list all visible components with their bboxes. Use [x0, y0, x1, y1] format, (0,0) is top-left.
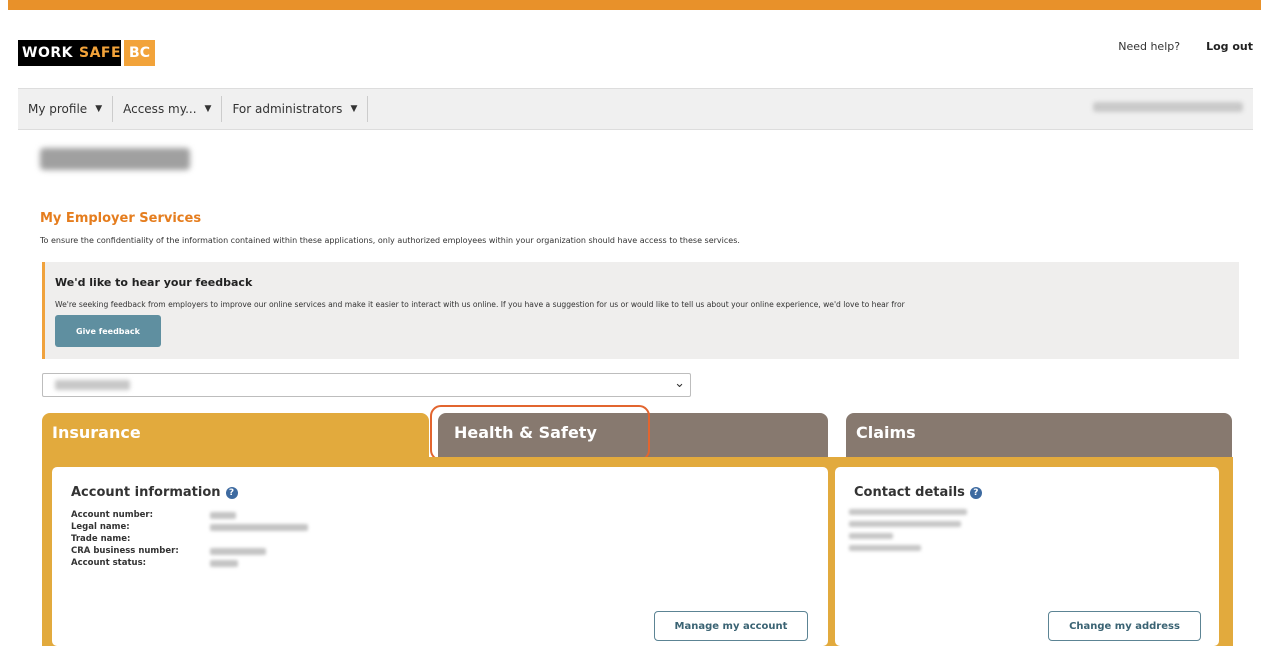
nav-my-profile[interactable]: My profile ▼ — [18, 96, 114, 122]
account-information-title-text: Account information — [71, 485, 221, 500]
help-icon[interactable]: ? — [969, 486, 982, 499]
cra-business-number-label: CRA business number: — [71, 546, 179, 556]
logo-work: WORK — [18, 40, 77, 66]
change-my-address-button[interactable]: Change my address — [1048, 611, 1201, 641]
employer-services-title: My Employer Services — [40, 211, 202, 226]
account-status-label: Account status: — [71, 558, 147, 568]
tab-claims[interactable]: Claims — [846, 413, 1232, 457]
nav-access-my[interactable]: Access my... ▼ — [113, 96, 223, 122]
help-icon[interactable]: ? — [225, 486, 238, 499]
caret-down-icon: ▼ — [204, 104, 212, 114]
cra-business-number-value-blurred — [210, 548, 266, 555]
give-feedback-button[interactable]: Give feedback — [55, 315, 161, 347]
legal-name-label: Legal name: — [71, 522, 130, 532]
contact-lines-blurred — [849, 509, 967, 557]
nav-user-blurred — [1093, 102, 1243, 112]
employer-services-description: To ensure the confidentiality of the inf… — [40, 236, 740, 245]
caret-down-icon: ▼ — [95, 104, 103, 114]
nav-access-my-label: Access my... — [123, 102, 197, 116]
account-number-row: Account number: — [71, 510, 236, 522]
tab-claims-label: Claims — [856, 423, 916, 442]
logo-safe: SAFE — [76, 40, 122, 66]
nav-my-profile-label: My profile — [28, 102, 88, 116]
account-select[interactable]: ⌄ — [42, 373, 691, 397]
tab-insurance[interactable]: Insurance — [42, 413, 429, 457]
contact-line-blurred — [849, 509, 967, 515]
log-out-link[interactable]: Log out — [1206, 40, 1253, 53]
contact-details-card: Contact details ? Change my address — [835, 467, 1219, 646]
account-number-value-blurred — [210, 512, 236, 519]
health-safety-highlight-outline — [430, 405, 650, 461]
logo-bc: BC — [124, 40, 155, 66]
tab-insurance-label: Insurance — [52, 423, 141, 442]
contact-line-blurred — [849, 545, 921, 551]
contact-details-title: Contact details ? — [854, 485, 982, 500]
account-number-label: Account number: — [71, 510, 154, 520]
account-information-title: Account information ? — [71, 485, 238, 500]
trade-name-row: Trade name: — [71, 534, 179, 546]
feedback-title: We'd like to hear your feedback — [55, 276, 253, 289]
account-status-value-blurred — [210, 560, 238, 567]
nav-for-administrators[interactable]: For administrators ▼ — [222, 96, 369, 122]
contact-details-title-text: Contact details — [854, 485, 965, 500]
worksafebc-logo[interactable]: WORK SAFE BC — [18, 40, 155, 66]
contact-line-blurred — [849, 533, 893, 539]
account-select-value-blurred — [55, 380, 130, 390]
cra-business-number-row: CRA business number: — [71, 546, 266, 558]
legal-name-row: Legal name: — [71, 522, 308, 534]
feedback-text: We're seeking feedback from employers to… — [55, 300, 905, 309]
need-help-link[interactable]: Need help? — [1118, 40, 1180, 53]
top-accent-bar — [8, 0, 1261, 10]
nav-for-administrators-label: For administrators — [232, 102, 343, 116]
manage-my-account-button[interactable]: Manage my account — [654, 611, 808, 641]
trade-name-label: Trade name: — [71, 534, 131, 544]
account-info-rows: Account number: Legal name: Trade name: … — [71, 510, 308, 570]
account-information-card: Account information ? Account number: Le… — [52, 467, 828, 646]
legal-name-value-blurred — [210, 524, 308, 531]
caret-down-icon: ▼ — [350, 104, 358, 114]
feedback-panel: We'd like to hear your feedback We're se… — [42, 262, 1239, 359]
header-links: Need help? Log out — [1118, 40, 1253, 53]
contact-line-blurred — [849, 521, 961, 527]
welcome-heading-blurred — [40, 148, 190, 170]
chevron-down-icon: ⌄ — [674, 376, 685, 391]
main-nav: My profile ▼ Access my... ▼ For administ… — [18, 88, 1253, 130]
account-status-row: Account status: — [71, 558, 238, 570]
